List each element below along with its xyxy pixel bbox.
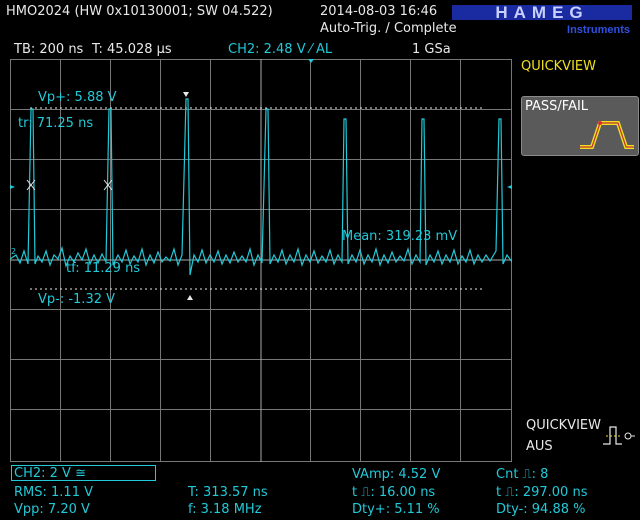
brand-sub: Instruments <box>567 24 630 36</box>
vp-minus-label: Vp-: -1.32 V <box>38 292 116 307</box>
vp-plus-marker <box>183 92 189 97</box>
vpp-value: Vpp: 7.20 V <box>14 502 90 517</box>
trigger-level-left-marker <box>10 185 15 189</box>
period-value: T: 313.57 ns <box>188 485 268 500</box>
rms-value: RMS: 1.11 V <box>14 485 93 500</box>
neg-pulse-width-value: t ⎍: 297.00 ns <box>496 485 588 500</box>
pos-pulse-width-value: t ⎍: 16.00 ns <box>352 485 436 500</box>
frequency-value: f: 3.18 MHz <box>188 502 262 517</box>
channel-2-ground-marker: 2 <box>11 247 16 256</box>
trigger-position-marker <box>308 59 314 63</box>
brand-text: HAMEG <box>495 3 588 22</box>
tr-label: tr: 71.25 ns <box>18 116 94 131</box>
header-bar: HMO2024 (HW 0x10130001; SW 04.522) 2014-… <box>0 0 640 40</box>
device-info: HMO2024 (HW 0x10130001; SW 04.522) <box>6 4 273 19</box>
vp-minus-marker <box>187 295 193 300</box>
vamp-value: VAmp: 4.52 V <box>352 467 441 482</box>
trigger-status: Auto-Trig. / Complete <box>320 21 457 36</box>
neg-duty-value: Dty-: 94.88 % <box>496 502 586 517</box>
count-value: Cnt ⎍: 8 <box>496 467 549 482</box>
pos-duty-value: Dty+: 5.11 % <box>352 502 440 517</box>
hameg-logo: HAMEG Instruments <box>452 2 632 36</box>
channel-scale: CH2: 2 V ≅ <box>14 466 86 481</box>
trigger-level-right-marker <box>507 185 512 189</box>
sample-rate: 1 GSa <box>412 42 451 57</box>
channel-scale-box[interactable]: CH2: 2 V ≅ <box>11 465 156 481</box>
tf-label: tf: 11.29 ns <box>66 261 141 276</box>
tr-cursor-x-marks <box>26 179 113 191</box>
pass-fail-button[interactable]: PASS/FAIL <box>521 96 639 156</box>
vp-plus-label: Vp+: 5.88 V <box>38 90 117 105</box>
mean-label: Mean: 319.23 mV <box>342 229 458 244</box>
pass-fail-label: PASS/FAIL <box>525 99 589 114</box>
pass-fail-mask-icon <box>580 121 634 149</box>
time-position: T: 45.028 µs <box>92 42 172 57</box>
channel-trigger: CH2: 2.48 V ⁄ AL <box>228 42 333 57</box>
pulse-measure-icon[interactable] <box>602 424 636 448</box>
quickview-title: QUICKVIEW <box>521 59 596 74</box>
quickview-aus: AUS <box>526 439 553 454</box>
quickview-bottom-title: QUICKVIEW <box>526 418 601 433</box>
timebase: TB: 200 ns <box>14 42 84 57</box>
datetime: 2014-08-03 16:46 <box>320 4 438 19</box>
